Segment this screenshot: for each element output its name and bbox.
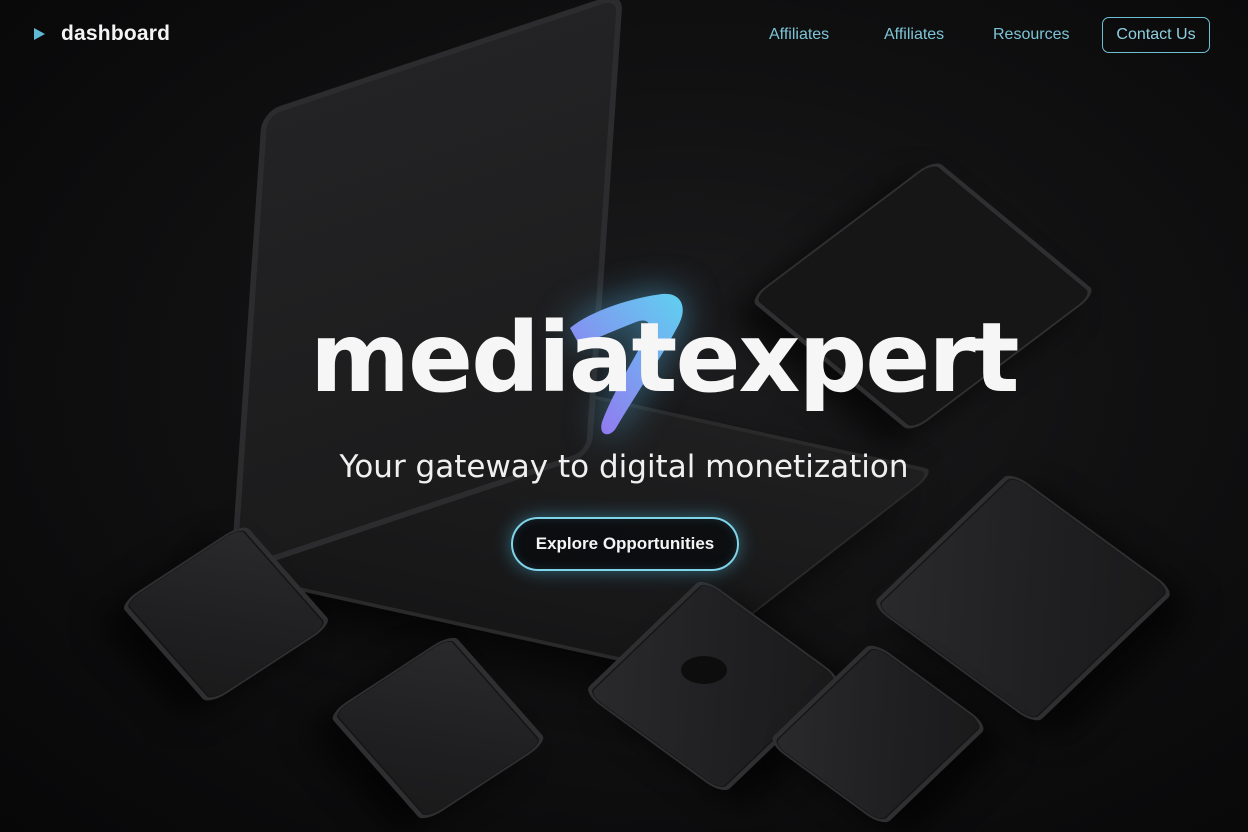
- top-navigation: dashboard Affiliates Affiliates Resource…: [0, 0, 1248, 72]
- phone-image: [327, 632, 549, 824]
- brand-link[interactable]: dashboard: [34, 22, 170, 46]
- play-icon: [34, 28, 45, 40]
- explore-opportunities-button[interactable]: Explore Opportunities: [511, 517, 739, 571]
- contact-us-button[interactable]: Contact Us: [1102, 17, 1210, 53]
- nav-link-affiliates-2[interactable]: Affiliates: [884, 26, 944, 44]
- nav-link-affiliates[interactable]: Affiliates: [769, 26, 829, 44]
- hero-tagline: Your gateway to digital monetization: [339, 449, 909, 485]
- logo-wordmark: mediatexpert: [310, 302, 1020, 414]
- speaker-dot-image: [681, 656, 727, 684]
- hero-logo: mediatexpert: [300, 293, 1020, 440]
- brand-label: dashboard: [61, 22, 171, 45]
- nav-link-resources[interactable]: Resources: [993, 26, 1069, 44]
